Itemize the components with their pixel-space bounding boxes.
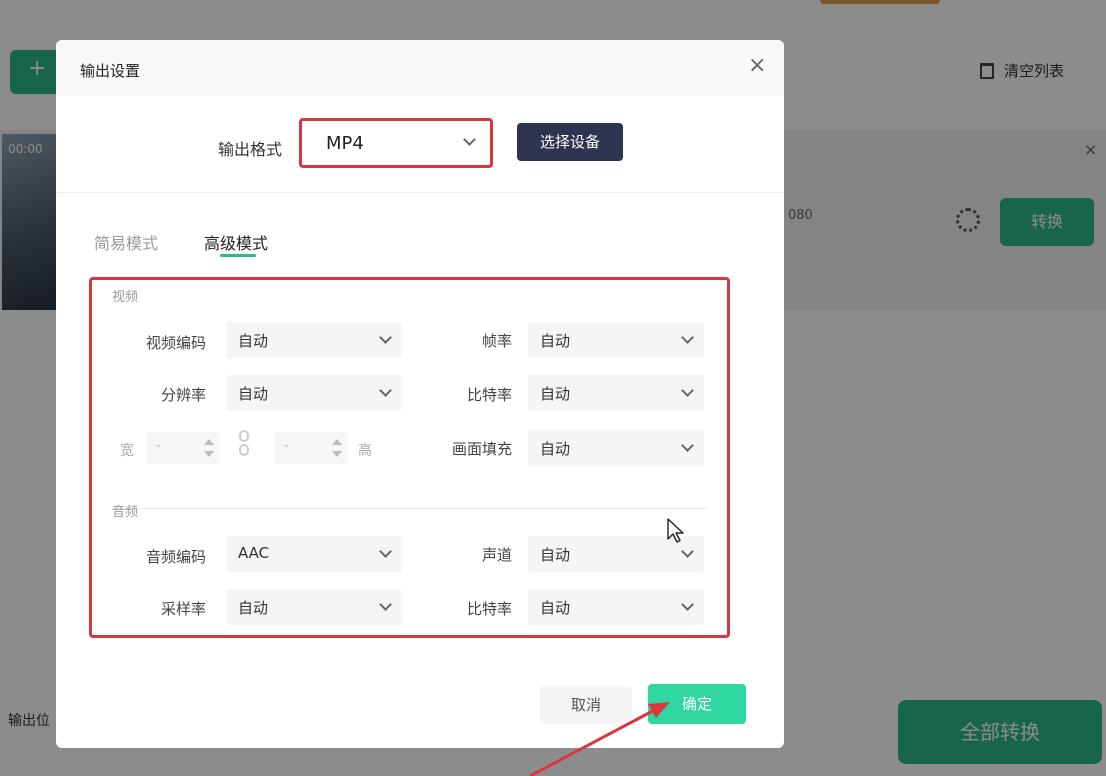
tab-simple-mode[interactable]: 简易模式 [94, 230, 158, 254]
width-input[interactable]: - [146, 432, 220, 464]
close-icon[interactable]: × [748, 54, 766, 78]
height-input[interactable]: - [274, 432, 348, 464]
active-tab-indicator [220, 254, 256, 257]
section-divider [112, 508, 708, 509]
video-bitrate-label: 比特率 [466, 386, 512, 404]
spin-down-icon[interactable] [332, 451, 342, 457]
divider [56, 192, 784, 193]
sample-rate-select[interactable]: 自动 [226, 589, 402, 625]
cancel-button[interactable]: 取消 [540, 686, 632, 724]
chevron-down-icon [681, 331, 694, 344]
channel-label: 声道 [481, 546, 512, 564]
dialog-header [56, 40, 784, 96]
chevron-down-icon [681, 545, 694, 558]
video-codec-select[interactable]: 自动 [226, 322, 402, 358]
tab-advanced-mode[interactable]: 高级模式 [204, 230, 268, 254]
resolution-select[interactable]: 自动 [226, 375, 402, 411]
spin-down-icon[interactable] [204, 451, 214, 457]
width-label: 宽 [120, 443, 134, 459]
spin-up-icon[interactable] [204, 439, 214, 445]
fill-label: 画面填充 [451, 440, 512, 458]
audio-section-label: 音频 [112, 505, 139, 520]
format-select[interactable]: MP4 [299, 118, 493, 168]
select-device-button[interactable]: 选择设备 [517, 123, 623, 161]
output-settings-dialog: 输出设置 × 输出格式 MP4 选择设备 简易模式 高级模式 视频 视频编码 自… [56, 40, 784, 748]
chevron-down-icon [681, 439, 694, 452]
confirm-button[interactable]: 确定 [648, 684, 746, 724]
format-label: 输出格式 [218, 140, 283, 159]
video-section-label: 视频 [112, 290, 139, 305]
audio-codec-select[interactable]: AAC [226, 536, 402, 572]
chevron-down-icon [681, 384, 694, 397]
mouse-cursor-icon [667, 518, 684, 543]
chevron-down-icon [379, 331, 392, 344]
chevron-down-icon [681, 598, 694, 611]
audio-codec-label: 音频编码 [145, 548, 206, 566]
chevron-down-icon [379, 384, 392, 397]
frame-rate-select[interactable]: 自动 [528, 322, 704, 358]
chevron-down-icon [463, 133, 476, 146]
format-value: MP4 [326, 133, 364, 154]
fill-select[interactable]: 自动 [528, 430, 704, 466]
video-bitrate-select[interactable]: 自动 [528, 375, 704, 411]
chevron-down-icon [379, 598, 392, 611]
chevron-down-icon [379, 545, 392, 558]
frame-rate-label: 帧率 [481, 332, 512, 350]
height-label: 高 [358, 443, 372, 459]
dialog-title: 输出设置 [80, 62, 141, 80]
resolution-label: 分辨率 [160, 386, 206, 404]
audio-bitrate-label: 比特率 [466, 600, 512, 618]
audio-bitrate-select[interactable]: 自动 [528, 589, 704, 625]
sample-rate-label: 采样率 [160, 600, 206, 618]
video-codec-label: 视频编码 [145, 334, 206, 352]
link-icon[interactable] [236, 430, 252, 460]
spin-up-icon[interactable] [332, 439, 342, 445]
